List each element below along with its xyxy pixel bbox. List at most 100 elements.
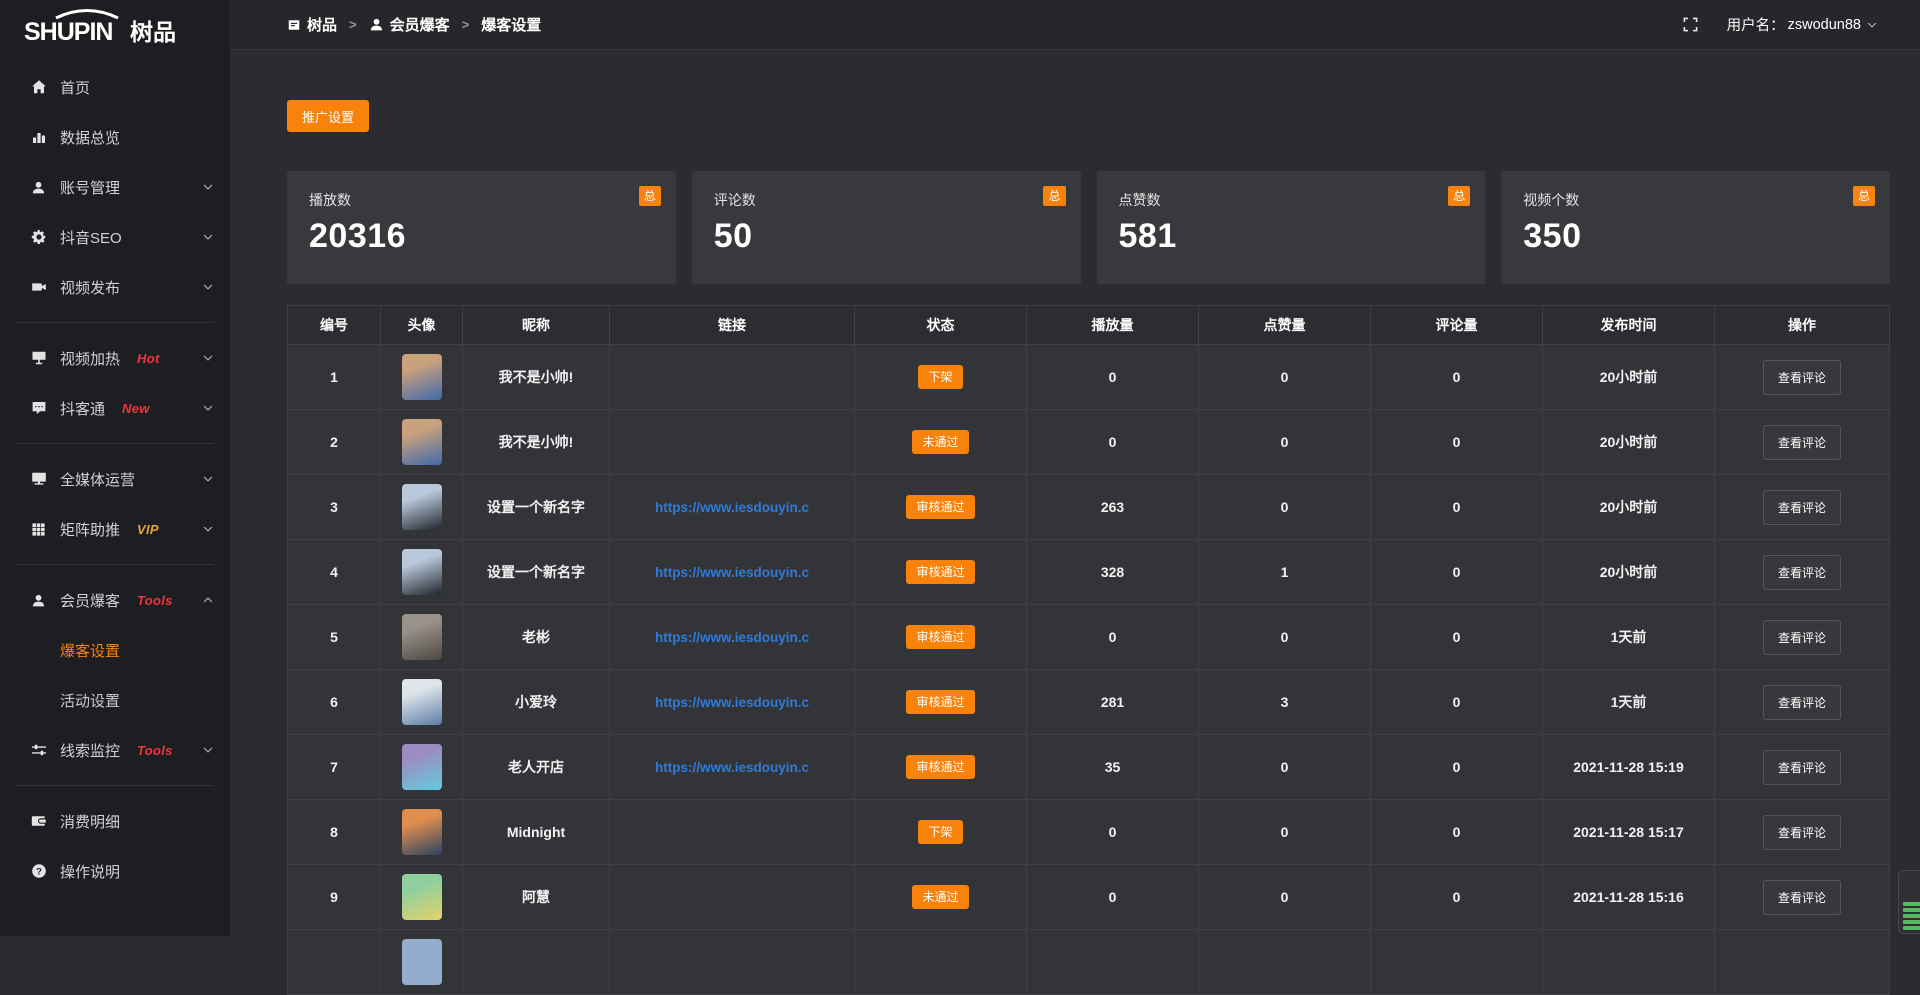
- cell-avatar: [381, 670, 463, 735]
- cell-comments: 0: [1371, 605, 1543, 670]
- sliders-icon: [30, 742, 47, 759]
- user-icon: [369, 17, 384, 32]
- column-header: 编号: [288, 306, 381, 345]
- cell-time: 1天前: [1543, 605, 1715, 670]
- cell-no: 6: [288, 670, 381, 735]
- view-comments-button[interactable]: 查看评论: [1763, 880, 1841, 915]
- brand-logo-graphic: SHUPIN 树品: [24, 8, 206, 48]
- sidebar-item-clue-monitor[interactable]: 线索监控Tools: [0, 725, 230, 775]
- cell-likes: 3: [1199, 670, 1371, 735]
- cell-link: https://www.iesdouyin.c: [610, 540, 855, 605]
- view-comments-button[interactable]: 查看评论: [1763, 360, 1841, 395]
- cell-time: 20小时前: [1543, 345, 1715, 410]
- cell-nickname: 阿慧: [463, 865, 610, 930]
- view-comments-button[interactable]: 查看评论: [1763, 750, 1841, 785]
- grid-icon: [30, 521, 47, 538]
- video-link[interactable]: https://www.iesdouyin.c: [655, 695, 809, 710]
- sidebar-subitem-activity-settings[interactable]: 活动设置: [0, 675, 230, 725]
- promo-settings-button[interactable]: 推广设置: [287, 100, 369, 132]
- cell-no: 7: [288, 735, 381, 800]
- cell-no: 5: [288, 605, 381, 670]
- breadcrumb-item-shupin[interactable]: 树品: [287, 14, 337, 35]
- cell-plays: 328: [1027, 540, 1199, 605]
- user-menu[interactable]: 用户名： zswodun88: [1727, 14, 1878, 35]
- cell-plays: 0: [1027, 865, 1199, 930]
- sidebar-item-operation-guide[interactable]: ?操作说明: [0, 846, 230, 896]
- view-comments-button[interactable]: 查看评论: [1763, 815, 1841, 850]
- sidebar-item-label: 数据总览: [60, 127, 120, 148]
- sidebar-item-label: 消费明细: [60, 811, 120, 832]
- stat-card-2: 点赞数581总: [1097, 171, 1486, 284]
- cell-status: 下架: [855, 800, 1027, 865]
- view-comments-button[interactable]: 查看评论: [1763, 620, 1841, 655]
- bar-chart-icon: [30, 129, 47, 146]
- breadcrumb-label: 会员爆客: [390, 14, 450, 35]
- sidebar-item-account-management[interactable]: 账号管理: [0, 162, 230, 212]
- status-badge: 审核通过: [906, 690, 974, 714]
- cell-link: [610, 865, 855, 930]
- view-comments-button[interactable]: 查看评论: [1763, 685, 1841, 720]
- home-icon: [30, 79, 47, 96]
- cell-no: 8: [288, 800, 381, 865]
- chevron-down-icon: [202, 181, 214, 193]
- view-comments-button[interactable]: 查看评论: [1763, 490, 1841, 525]
- sidebar-item-consumption-detail[interactable]: 消费明细: [0, 796, 230, 846]
- cell-action: 查看评论: [1715, 475, 1890, 540]
- svg-text:?: ?: [36, 866, 42, 877]
- sidebar-item-data-overview[interactable]: 数据总览: [0, 112, 230, 162]
- cell-status: 下架: [855, 345, 1027, 410]
- total-badge: 总: [1448, 186, 1470, 206]
- sidebar-item-badge: Tools: [137, 743, 173, 758]
- sidebar-item-douketong[interactable]: 抖客通New: [0, 383, 230, 433]
- status-badge: 审核通过: [906, 560, 974, 584]
- cell-action: 查看评论: [1715, 800, 1890, 865]
- cell-plays: 0: [1027, 345, 1199, 410]
- sidebar-item-home[interactable]: 首页: [0, 62, 230, 112]
- cell-link: [610, 930, 855, 995]
- stat-card-0: 播放数20316总: [287, 171, 676, 284]
- video-link[interactable]: https://www.iesdouyin.c: [655, 565, 809, 580]
- table-row: 2我不是小帅!未通过00020小时前查看评论: [288, 410, 1890, 475]
- view-comments-button[interactable]: 查看评论: [1763, 425, 1841, 460]
- cell-comments: 0: [1371, 345, 1543, 410]
- cell-avatar: [381, 540, 463, 605]
- cell-status: 审核通过: [855, 475, 1027, 540]
- sidebar-subitem-baoke-settings[interactable]: 爆客设置: [0, 625, 230, 675]
- cell-no: 3: [288, 475, 381, 540]
- video-link[interactable]: https://www.iesdouyin.c: [655, 760, 809, 775]
- sidebar-item-matrix-boost[interactable]: 矩阵助推VIP: [0, 504, 230, 554]
- video-link[interactable]: https://www.iesdouyin.c: [655, 500, 809, 515]
- brand-name-cn: 树品: [130, 19, 176, 45]
- sidebar-item-media-operation[interactable]: 全媒体运营: [0, 454, 230, 504]
- stat-card-label: 视频个数: [1523, 190, 1868, 210]
- cell-likes: 1: [1199, 540, 1371, 605]
- stat-card-value: 581: [1119, 217, 1464, 256]
- sidebar-item-video-publish[interactable]: 视频发布: [0, 262, 230, 312]
- cell-action: 查看评论: [1715, 345, 1890, 410]
- fullscreen-icon[interactable]: [1682, 16, 1699, 33]
- cell-likes: 0: [1199, 605, 1371, 670]
- sidebar-item-label: 视频发布: [60, 277, 120, 298]
- sidebar-item-label: 全媒体运营: [60, 469, 135, 490]
- sidebar-item-douyin-seo[interactable]: 抖音SEO: [0, 212, 230, 262]
- stat-card-3: 视频个数350总: [1501, 171, 1890, 284]
- total-badge: 总: [1043, 186, 1065, 206]
- video-link[interactable]: https://www.iesdouyin.c: [655, 630, 809, 645]
- cell-plays: 0: [1027, 800, 1199, 865]
- avatar: [402, 744, 442, 790]
- video-icon: [30, 279, 47, 296]
- view-comments-button[interactable]: 查看评论: [1763, 555, 1841, 590]
- sidebar-item-member-baoke[interactable]: 会员爆客Tools: [0, 575, 230, 625]
- stat-card-value: 50: [714, 217, 1059, 256]
- topbar-right: 用户名： zswodun88: [1682, 14, 1878, 35]
- stat-card-1: 评论数50总: [692, 171, 1081, 284]
- sidebar-divider: [16, 564, 214, 565]
- sidebar-item-video-heat[interactable]: 视频加热Hot: [0, 333, 230, 383]
- performance-widget: [1898, 870, 1920, 934]
- cell-action: 查看评论: [1715, 735, 1890, 800]
- breadcrumb-item-member-baoke[interactable]: 会员爆客: [369, 14, 450, 35]
- column-header: 播放量: [1027, 306, 1199, 345]
- cell-time: [1543, 930, 1715, 995]
- status-badge: 审核通过: [906, 625, 974, 649]
- chevron-down-icon: [202, 402, 214, 414]
